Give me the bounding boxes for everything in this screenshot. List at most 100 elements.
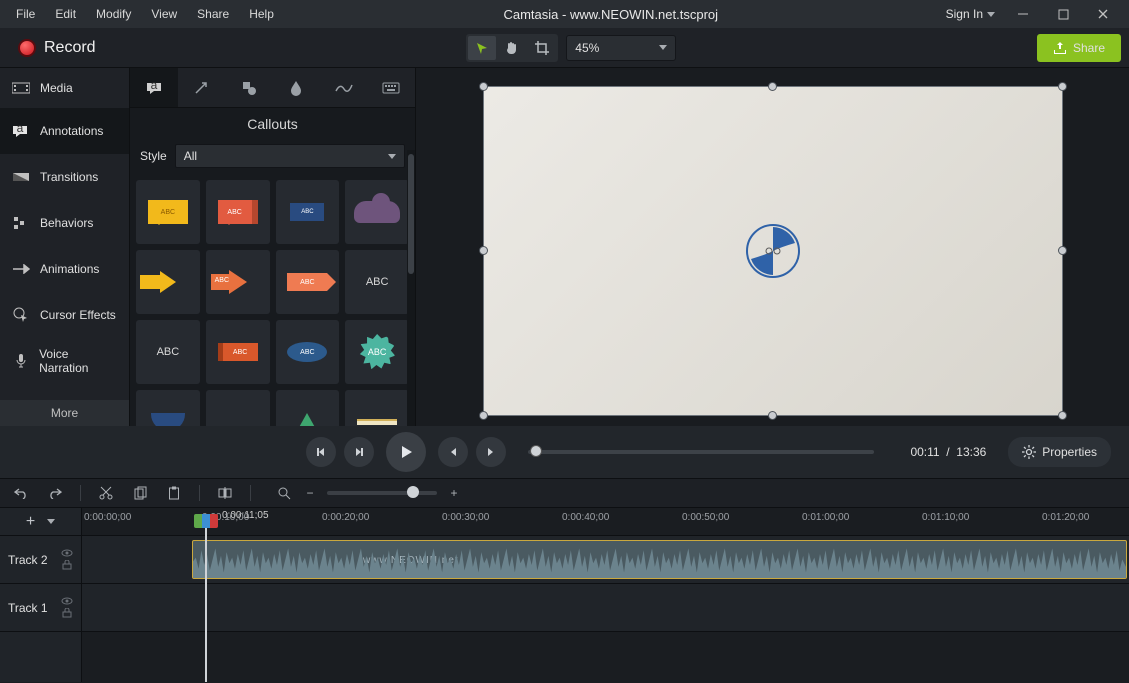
waveform xyxy=(193,541,1126,578)
menu-share[interactable]: Share xyxy=(187,0,239,28)
close-button[interactable] xyxy=(1083,0,1123,28)
step-forward-button[interactable] xyxy=(476,437,506,467)
callout-thumb[interactable] xyxy=(136,390,200,426)
zoom-slider[interactable] xyxy=(327,491,437,495)
callout-thumb[interactable]: ABC xyxy=(206,250,270,314)
callout-thumb[interactable]: ABC xyxy=(276,250,340,314)
resize-handle-e[interactable] xyxy=(1058,246,1067,255)
current-time: 00:11 xyxy=(910,445,939,459)
media-clip[interactable]: www.NEOWIN.net xyxy=(192,540,1127,579)
callout-thumb[interactable]: ABC xyxy=(136,180,200,244)
callout-thumb[interactable]: ABC xyxy=(345,320,409,384)
track-header-1[interactable]: Track 1 xyxy=(0,584,81,632)
copy-button[interactable] xyxy=(131,484,149,502)
play-button[interactable] xyxy=(386,432,426,472)
callout-thumb[interactable]: ABC xyxy=(206,320,270,384)
sidebar-item-label: Animations xyxy=(40,262,99,276)
timeline-ruler[interactable]: 0:00:11;05 0:00:00;00 0:00:10;00 0:00:20… xyxy=(82,508,1129,536)
sidebar-item-annotations[interactable]: a Annotations xyxy=(0,108,129,154)
callout-thumb[interactable]: ABC xyxy=(206,180,270,244)
minimize-button[interactable] xyxy=(1003,0,1043,28)
track-header-column: + Track 2 Track 1 xyxy=(0,508,82,682)
redo-button[interactable] xyxy=(46,484,64,502)
scrollbar-thumb[interactable] xyxy=(408,154,414,274)
sidebar-item-animations[interactable]: Animations xyxy=(0,246,129,292)
menu-help[interactable]: Help xyxy=(239,0,284,28)
playback-scrubber[interactable] xyxy=(528,450,874,454)
resize-handle-se[interactable] xyxy=(1058,411,1067,420)
cut-button[interactable] xyxy=(97,484,115,502)
next-frame-button[interactable] xyxy=(344,437,374,467)
callout-thumb[interactable] xyxy=(136,250,200,314)
zoom-out-button[interactable]: − xyxy=(301,484,319,502)
tab-callouts[interactable]: a xyxy=(130,68,178,107)
track-header-2[interactable]: Track 2 xyxy=(0,536,81,584)
playhead-handle[interactable] xyxy=(194,514,218,528)
callout-thumb[interactable]: ABC xyxy=(136,320,200,384)
callout-thumb[interactable]: ABC xyxy=(276,320,340,384)
tab-blur[interactable] xyxy=(273,68,321,107)
sidebar-item-media[interactable]: Media xyxy=(0,68,129,108)
callout-thumb[interactable]: ABC xyxy=(345,250,409,314)
sidebar-item-voice-narration[interactable]: Voice Narration xyxy=(0,338,129,384)
tab-sketch[interactable] xyxy=(320,68,368,107)
sidebar-item-cursor-effects[interactable]: Cursor Effects xyxy=(0,292,129,338)
lock-toggle[interactable] xyxy=(61,608,73,618)
asset-filter: Style All xyxy=(130,140,415,176)
asset-scrollbar[interactable] xyxy=(407,150,415,426)
zoom-in-button[interactable]: + xyxy=(445,484,463,502)
visibility-toggle[interactable] xyxy=(61,549,73,557)
zoom-select[interactable]: 45% xyxy=(566,35,676,61)
crop-tool[interactable] xyxy=(528,36,556,60)
select-tool[interactable] xyxy=(468,36,496,60)
callout-thumb[interactable] xyxy=(345,180,409,244)
timeline-canvas[interactable]: 0:00:11;05 0:00:00;00 0:00:10;00 0:00:20… xyxy=(82,508,1129,682)
track-row-1[interactable] xyxy=(82,584,1129,632)
tab-arrows[interactable] xyxy=(178,68,226,107)
tab-keystroke[interactable] xyxy=(368,68,416,107)
resize-handle-n[interactable] xyxy=(768,82,777,91)
tab-shapes[interactable] xyxy=(225,68,273,107)
zoom-slider-knob[interactable] xyxy=(407,486,419,498)
pan-tool[interactable] xyxy=(498,36,526,60)
playhead-line[interactable] xyxy=(205,528,207,682)
split-button[interactable] xyxy=(216,484,234,502)
sidebar-item-transitions[interactable]: Transitions xyxy=(0,154,129,200)
svg-text:a: a xyxy=(17,125,24,135)
style-select[interactable]: All xyxy=(175,144,405,168)
menu-view[interactable]: View xyxy=(141,0,187,28)
callout-thumb[interactable] xyxy=(206,390,270,426)
track-row-2[interactable]: www.NEOWIN.net xyxy=(82,536,1129,584)
resize-handle-nw[interactable] xyxy=(479,82,488,91)
menu-modify[interactable]: Modify xyxy=(86,0,141,28)
signin-button[interactable]: Sign In xyxy=(938,7,1003,21)
prev-frame-button[interactable] xyxy=(306,437,336,467)
add-track-button[interactable]: + xyxy=(26,513,35,531)
paste-button[interactable] xyxy=(165,484,183,502)
resize-handle-w[interactable] xyxy=(479,246,488,255)
canvas-area[interactable] xyxy=(416,68,1129,426)
undo-button[interactable] xyxy=(12,484,30,502)
canvas-frame[interactable] xyxy=(483,86,1063,416)
visibility-toggle[interactable] xyxy=(61,597,73,605)
menu-edit[interactable]: Edit xyxy=(45,0,86,28)
lock-toggle[interactable] xyxy=(61,560,73,570)
menu-file[interactable]: File xyxy=(6,0,45,28)
scrubber-knob[interactable] xyxy=(530,445,542,457)
resize-handle-ne[interactable] xyxy=(1058,82,1067,91)
track-menu-button[interactable] xyxy=(47,519,55,524)
maximize-button[interactable] xyxy=(1043,0,1083,28)
resize-handle-s[interactable] xyxy=(768,411,777,420)
asset-grid: ABC ABC ABC ABC ABC ABC ABC ABC ABC ABC xyxy=(130,176,415,426)
callout-thumb[interactable] xyxy=(345,390,409,426)
step-back-button[interactable] xyxy=(438,437,468,467)
resize-handle-sw[interactable] xyxy=(479,411,488,420)
sidebar-more-button[interactable]: More xyxy=(0,400,129,426)
share-button[interactable]: Share xyxy=(1037,34,1121,62)
zoom-search-icon[interactable] xyxy=(275,484,293,502)
properties-button[interactable]: Properties xyxy=(1008,437,1111,467)
callout-thumb[interactable]: ABC xyxy=(276,180,340,244)
record-button[interactable]: Record xyxy=(8,34,106,62)
sidebar-item-behaviors[interactable]: Behaviors xyxy=(0,200,129,246)
callout-thumb[interactable] xyxy=(276,390,340,426)
